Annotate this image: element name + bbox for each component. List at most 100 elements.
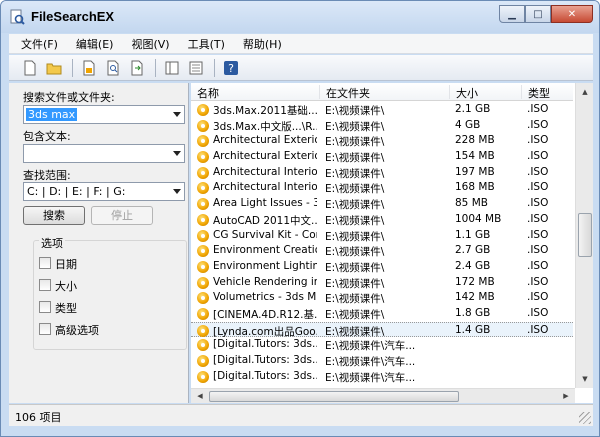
column-folder[interactable]: 在文件夹 — [319, 85, 370, 100]
scope-combobox[interactable]: C: | D: | E: | F: | G: — [23, 182, 185, 201]
export-button[interactable] — [126, 57, 148, 79]
table-row[interactable]: [CINEMA.4D.R12.基... E:\视频课件\ 1.8 GB .ISO — [191, 306, 573, 322]
table-row[interactable]: Area Light Issues - 3... E:\视频课件\ 85 MB .IS… — [191, 196, 573, 212]
table-row[interactable]: [Digital.Tutors: 3ds.... E:\视频课件\汽车... — [191, 353, 573, 369]
search-button[interactable]: 搜索 — [23, 206, 85, 225]
advanced-options-checkbox-label[interactable]: 高级选项 — [55, 322, 99, 338]
close-icon: ✕ — [567, 8, 577, 20]
menu-view[interactable]: 视图(V) — [119, 36, 175, 52]
results-header: 名称 在文件夹 大小 类型 — [191, 83, 573, 101]
document-button[interactable] — [78, 57, 100, 79]
cell-size: 4 GB — [455, 118, 481, 131]
cell-size: 197 MB — [455, 165, 495, 178]
cell-folder: E:\视频课件\汽车... — [325, 371, 416, 384]
cell-size: 1.1 GB — [455, 228, 491, 241]
maximize-button[interactable]: □ — [525, 5, 551, 23]
panel-view-button[interactable] — [161, 57, 183, 79]
open-button[interactable] — [43, 57, 65, 79]
cell-type: .ISO — [527, 228, 549, 241]
cell-folder: E:\视频课件\ — [325, 308, 385, 321]
dropdown-arrow-icon[interactable] — [173, 189, 181, 194]
cell-name: [Digital.Tutors: 3ds.... — [213, 354, 317, 366]
disc-image-icon — [197, 307, 209, 320]
table-row[interactable]: Vehicle Rendering in ... E:\视频课件\ 172 MB .I… — [191, 275, 573, 291]
cell-size: 172 MB — [455, 275, 495, 288]
search-label: 搜索文件或文件夹: — [23, 91, 115, 104]
list-view-button[interactable] — [185, 57, 207, 79]
cell-folder: E:\视频课件\ — [325, 152, 385, 165]
dropdown-arrow-icon[interactable] — [173, 151, 181, 156]
size-checkbox[interactable] — [39, 279, 51, 291]
cell-folder: E:\视频课件\ — [325, 246, 385, 259]
size-checkbox-label[interactable]: 大小 — [55, 278, 77, 294]
resize-grip-icon[interactable] — [579, 412, 591, 424]
horizontal-scrollbar[interactable]: ◀ ▶ — [191, 388, 575, 403]
maximize-icon: □ — [533, 8, 543, 20]
cell-type: .ISO — [527, 197, 549, 210]
column-type[interactable]: 类型 — [521, 85, 550, 100]
app-window: FileSearchEX ▁ □ ✕ 文件(F) 编辑(E) 视图(V) 工具(… — [0, 0, 600, 437]
vertical-scrollbar[interactable]: ▲ ▼ — [575, 83, 593, 388]
scope-label: 查找范围: — [23, 169, 71, 182]
toolbar-separator — [214, 58, 215, 77]
table-row[interactable]: CG Survival Kit - Con... E:\视频课件\ 1.1 GB .I… — [191, 228, 573, 244]
cell-type: .ISO — [527, 275, 549, 288]
menu-help[interactable]: 帮助(H) — [231, 36, 288, 52]
table-row[interactable]: [Lynda.com出品Goo... E:\视频课件\ 1.4 GB .ISO — [191, 321, 573, 338]
scroll-down-icon[interactable]: ▼ — [577, 371, 593, 387]
scope-value[interactable]: C: | D: | E: | F: | G: — [27, 185, 125, 198]
help-button[interactable]: ? — [220, 57, 242, 79]
contains-text-combobox[interactable] — [23, 144, 185, 163]
stop-button[interactable]: 停止 — [91, 206, 153, 225]
table-row[interactable]: 3ds.Max.中文版...\R... E:\视频课件\ 4 GB .ISO — [191, 118, 573, 134]
cell-type: .ISO — [527, 212, 549, 225]
disc-image-icon — [197, 119, 209, 132]
type-checkbox-label[interactable]: 类型 — [55, 300, 77, 316]
table-row[interactable]: Environment Lighting... E:\视频课件\ 2.4 GB .IS… — [191, 259, 573, 275]
table-row[interactable]: AutoCAD 2011中文... E:\视频课件\ 1004 MB .ISO — [191, 212, 573, 228]
disc-image-icon — [197, 324, 209, 337]
type-checkbox[interactable] — [39, 301, 51, 313]
column-name[interactable]: 名称 — [191, 85, 219, 100]
title-bar[interactable]: FileSearchEX ▁ □ ✕ — [1, 1, 599, 33]
table-row[interactable]: Environment Creatio... E:\视频课件\ 2.7 GB .ISO — [191, 243, 573, 259]
scroll-right-icon[interactable]: ▶ — [559, 390, 573, 402]
search-combobox[interactable]: 3ds max — [23, 105, 185, 124]
table-row[interactable]: Architectural Exterior... E:\视频课件\ 228 MB.… — [191, 133, 573, 149]
cell-type: .ISO — [527, 103, 549, 115]
close-button[interactable]: ✕ — [551, 5, 593, 23]
table-row[interactable]: 3ds.Max.2011基础... E:\视频课件\ 2.1 GB .ISO — [191, 102, 573, 118]
cell-type: .ISO — [527, 291, 549, 304]
vertical-scroll-thumb[interactable] — [578, 213, 592, 257]
disc-image-icon — [197, 229, 209, 242]
cell-type: .ISO — [527, 259, 549, 272]
menu-tools[interactable]: 工具(T) — [176, 36, 231, 52]
scroll-left-icon[interactable]: ◀ — [193, 390, 207, 402]
table-row[interactable]: [Digital.Tutors: 3ds.... E:\视频课件\汽车... — [191, 337, 573, 353]
item-count: 106 项目 — [15, 411, 62, 424]
menu-edit[interactable]: 编辑(E) — [64, 36, 120, 52]
search-value[interactable]: 3ds max — [26, 108, 78, 121]
table-row[interactable]: Architectural Exterior... E:\视频课件\ 154 MB.… — [191, 149, 573, 165]
table-row[interactable]: Volumetrics - 3ds Ma... E:\视频课件\ 142 MB .IS… — [191, 290, 573, 306]
table-row[interactable]: Architectural Interior... E:\视频课件\ 168 MB.… — [191, 180, 573, 196]
cell-name: AutoCAD 2011中文... — [213, 214, 317, 227]
table-row[interactable]: [Digital.Tutors: 3ds.... E:\视频课件\汽车... — [191, 369, 573, 385]
horizontal-scroll-thumb[interactable] — [209, 391, 459, 402]
cell-size: 142 MB — [455, 291, 495, 304]
date-checkbox-label[interactable]: 日期 — [55, 256, 77, 272]
advanced-options-checkbox[interactable] — [39, 323, 51, 335]
minimize-button[interactable]: ▁ — [499, 5, 525, 23]
disc-image-icon — [197, 339, 209, 352]
cell-folder: E:\视频课件\汽车... — [325, 340, 416, 353]
find-document-button[interactable] — [102, 57, 124, 79]
column-size[interactable]: 大小 — [449, 85, 478, 100]
new-button[interactable] — [19, 57, 41, 79]
dropdown-arrow-icon[interactable] — [173, 112, 181, 117]
scroll-up-icon[interactable]: ▲ — [577, 84, 593, 100]
menu-file[interactable]: 文件(F) — [9, 36, 64, 52]
date-checkbox[interactable] — [39, 257, 51, 269]
disc-image-icon — [197, 182, 209, 195]
table-row[interactable]: Architectural Interior... E:\视频课件\ 197 MB.… — [191, 165, 573, 181]
disc-image-icon — [197, 104, 209, 116]
